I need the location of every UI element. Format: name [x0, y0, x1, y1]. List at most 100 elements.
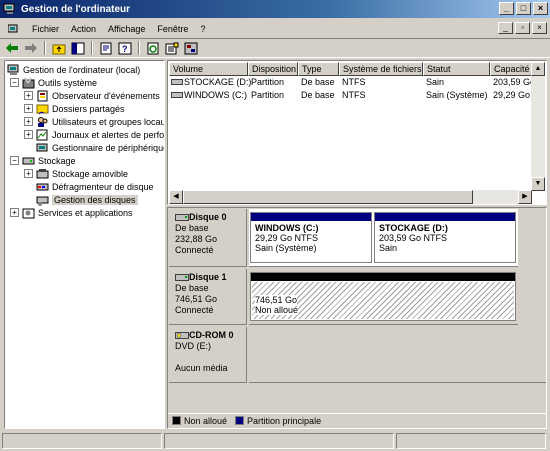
- expand-icon[interactable]: +: [24, 169, 33, 178]
- legend: Non alloué Partition principale: [168, 413, 546, 427]
- column-header-status[interactable]: Statut: [423, 62, 490, 76]
- list-vertical-scrollbar[interactable]: ▲ ▼: [531, 62, 545, 191]
- properties-icon[interactable]: [98, 40, 114, 56]
- list-horizontal-scrollbar[interactable]: ◀ ▶: [169, 190, 532, 204]
- mdi-restore-button[interactable]: ▫: [515, 22, 530, 34]
- scroll-up-button[interactable]: ▲: [531, 62, 545, 76]
- removable-storage-icon: [36, 168, 49, 180]
- partition-windows[interactable]: WINDOWS (C:) 29,29 Go NTFS Sain (Système…: [250, 212, 372, 263]
- column-header-volume[interactable]: Volume: [169, 62, 248, 76]
- expand-icon[interactable]: +: [24, 130, 33, 139]
- menu-help[interactable]: ?: [194, 24, 211, 34]
- expand-icon[interactable]: +: [24, 104, 33, 113]
- computer-management-icon: [3, 3, 17, 15]
- scroll-left-button[interactable]: ◀: [169, 190, 183, 204]
- up-folder-icon[interactable]: [51, 40, 67, 56]
- tree-item-perf-logs[interactable]: + Journaux et alertes de perfo: [24, 128, 164, 141]
- disk-management-icon: [36, 194, 49, 206]
- details-pane: Volume Disposition Type Système de fichi…: [167, 60, 547, 429]
- cdrom-area[interactable]: [249, 327, 546, 383]
- volume-list: Volume Disposition Type Système de fichi…: [167, 60, 547, 205]
- svg-text:?: ?: [122, 44, 128, 54]
- column-header-disposition[interactable]: Disposition: [248, 62, 298, 76]
- shared-folder-icon: [36, 103, 49, 115]
- column-header-type[interactable]: Type: [298, 62, 339, 76]
- menu-affichage[interactable]: Affichage: [102, 24, 151, 34]
- disk-icon: [175, 274, 189, 281]
- cdrom-icon: [175, 331, 189, 339]
- menu-fichier[interactable]: Fichier: [26, 24, 65, 34]
- computer-icon: [7, 64, 20, 76]
- scroll-thumb[interactable]: [183, 190, 473, 204]
- menu-icon[interactable]: [2, 23, 26, 34]
- tree-item-removable[interactable]: + Stockage amovible: [24, 167, 128, 180]
- main-window: Gestion de l'ordinateur _ □ × Fichier Ac…: [0, 0, 550, 451]
- tree-label-root: Gestion de l'ordinateur (local): [23, 64, 141, 75]
- title-bar[interactable]: Gestion de l'ordinateur _ □ ×: [0, 0, 550, 18]
- help-icon[interactable]: ?: [117, 40, 133, 56]
- event-viewer-icon: [36, 90, 49, 102]
- tree-item-shared-folders[interactable]: + Dossiers partagés: [24, 102, 125, 115]
- column-header-capacity[interactable]: Capacité: [490, 62, 533, 76]
- services-icon: [22, 207, 35, 219]
- storage-icon: [22, 155, 35, 167]
- tree-item-event-viewer[interactable]: + Observateur d'événements: [24, 89, 160, 102]
- unallocated-space[interactable]: 746,51 Go Non alloué: [250, 272, 516, 321]
- settings-icon[interactable]: [183, 40, 199, 56]
- tree-item-system-tools[interactable]: − Outils système: [10, 76, 97, 89]
- scroll-right-button[interactable]: ▶: [518, 190, 532, 204]
- toolbar: ?: [0, 38, 550, 58]
- column-header-filesystem[interactable]: Système de fichiers: [339, 62, 423, 76]
- show-tree-icon[interactable]: [70, 40, 86, 56]
- menu-action[interactable]: Action: [65, 24, 102, 34]
- mdi-minimize-button[interactable]: _: [498, 22, 513, 34]
- disk-1-label[interactable]: Disque 1 De base 746,51 Go Connecté: [169, 269, 247, 325]
- drive-icon: [171, 90, 183, 103]
- expand-icon[interactable]: +: [24, 117, 33, 126]
- back-arrow-icon[interactable]: [4, 40, 20, 56]
- defrag-icon: [36, 181, 49, 193]
- partition-stockage[interactable]: STOCKAGE (D:) 203,59 Go NTFS Sain: [374, 212, 516, 263]
- legend-primary: Partition principale: [247, 415, 322, 426]
- close-button[interactable]: ×: [533, 2, 548, 15]
- menu-bar: Fichier Action Affichage Fenêtre ?: [0, 19, 550, 38]
- disk-0-label[interactable]: Disque 0 De base 232,88 Go Connecté: [169, 209, 247, 267]
- expand-icon[interactable]: +: [10, 208, 19, 217]
- disk-map: Disque 0 De base 232,88 Go Connecté WIND…: [167, 207, 547, 429]
- tools-icon: [22, 76, 35, 89]
- tree-item-defrag[interactable]: Défragmenteur de disque: [36, 180, 154, 193]
- refresh-icon[interactable]: [145, 40, 161, 56]
- drive-icon: [171, 77, 183, 90]
- device-manager-icon: [36, 142, 49, 154]
- users-icon: [36, 116, 49, 128]
- status-pane-1: [2, 433, 162, 449]
- console-tree: Gestion de l'ordinateur (local) − Outils…: [4, 60, 165, 429]
- tree-label-services: Services et applications: [38, 207, 133, 218]
- scroll-down-button[interactable]: ▼: [531, 177, 545, 191]
- tree-label-system-tools: Outils système: [38, 77, 98, 88]
- tree-item-disk-management[interactable]: Gestion des disques: [36, 193, 138, 206]
- tree-item-storage[interactable]: − Stockage: [10, 154, 76, 167]
- tree-item-root[interactable]: Gestion de l'ordinateur (local): [7, 63, 140, 76]
- expand-icon[interactable]: +: [24, 91, 33, 100]
- window-title: Gestion de l'ordinateur: [21, 3, 131, 15]
- mdi-close-button[interactable]: ×: [532, 22, 547, 34]
- forward-arrow-icon[interactable]: [23, 40, 39, 56]
- maximize-button[interactable]: □: [516, 2, 531, 15]
- collapse-icon[interactable]: −: [10, 156, 19, 165]
- tree-label-disk-management: Gestion des disques: [52, 194, 138, 205]
- menu-fenetre[interactable]: Fenêtre: [151, 24, 194, 34]
- status-pane-3: [396, 433, 546, 449]
- tree-item-users-groups[interactable]: + Utilisateurs et groupes locau: [24, 115, 164, 128]
- tree-item-services[interactable]: + Services et applications: [10, 206, 133, 219]
- tree-label-storage: Stockage: [38, 155, 76, 166]
- status-bar: [2, 433, 548, 449]
- cdrom-0-label[interactable]: CD-ROM 0 DVD (E:) Aucun média: [169, 327, 247, 383]
- tree-item-device-manager[interactable]: Gestionnaire de périphérique: [36, 141, 164, 154]
- legend-unallocated: Non alloué: [184, 415, 228, 426]
- export-list-icon[interactable]: [164, 40, 180, 56]
- perf-logs-icon: [36, 129, 49, 141]
- collapse-icon[interactable]: −: [10, 78, 19, 87]
- minimize-button[interactable]: _: [499, 2, 514, 15]
- disk-icon: [175, 214, 189, 221]
